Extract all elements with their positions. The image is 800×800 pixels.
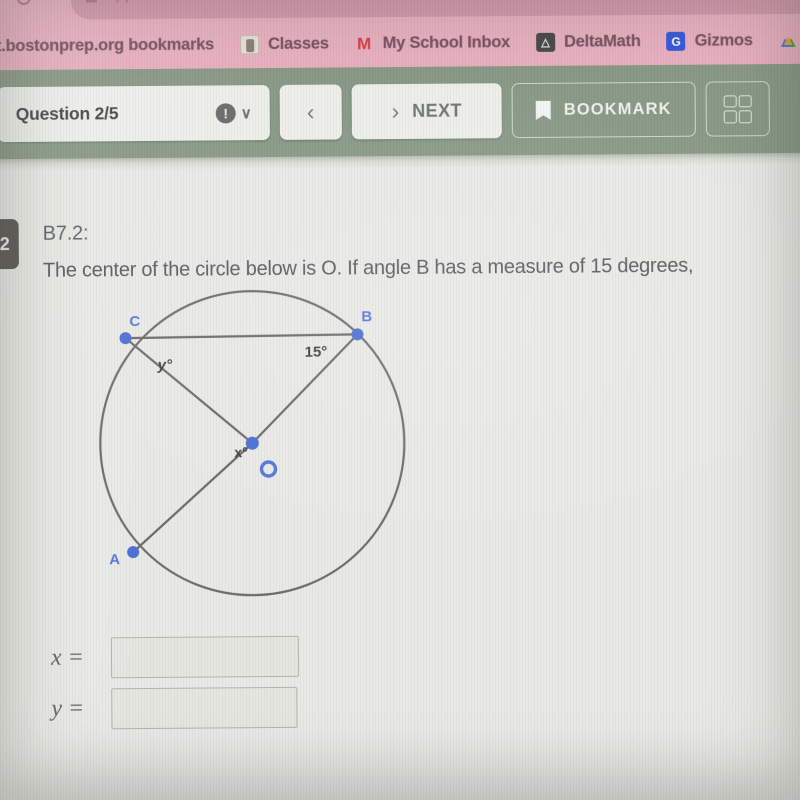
question-counter-label: Question 2/5 <box>15 103 119 125</box>
bookmark-item-deltamath[interactable]: DeltaMath <box>535 32 641 52</box>
next-button-label: NEXT <box>412 100 462 121</box>
bookmark-item-google-drive[interactable] <box>779 31 798 50</box>
assessment-toolbar: Question 2/5 ! ∨ ‹ › NEXT BOOKMARK ✕ <box>0 63 800 160</box>
label-angle-y: y° <box>157 357 173 374</box>
previous-question-button[interactable]: ‹ <box>279 84 342 140</box>
bookmark-item-classes[interactable]: Classes <box>239 34 329 55</box>
label-point-c: C <box>129 313 140 330</box>
bookmarks-bar[interactable]: ent.bostonprep.org bookmarks Classes M M… <box>0 16 800 71</box>
lock-icon <box>85 0 97 3</box>
answer-row-x: x = <box>50 635 300 679</box>
gizmos-icon: G <box>666 31 686 51</box>
center-marker-ring <box>259 460 278 478</box>
chevron-right-icon: › <box>391 98 400 125</box>
next-question-button[interactable]: › NEXT <box>351 83 502 140</box>
circle-diagram: C B A x° y° 15° <box>99 290 406 597</box>
bookmark-button-label: BOOKMARK <box>563 99 672 119</box>
question-number-badge: 2 <box>0 218 19 270</box>
screenshot-root: app.edulastic.com/student/assessment/664… <box>0 0 800 800</box>
label-point-b: B <box>361 308 372 325</box>
question-content-area: 2 B7.2: The center of the circle below i… <box>0 164 800 800</box>
point-b <box>351 328 364 341</box>
answer-row-y: y = <box>51 686 298 730</box>
segment-co <box>124 337 254 445</box>
question-code: B7.2: <box>42 222 89 245</box>
classes-icon <box>239 35 260 55</box>
answer-input-y[interactable] <box>111 686 298 730</box>
warning-icon[interactable]: ! <box>215 102 236 123</box>
point-a <box>127 546 140 559</box>
segment-cb <box>125 333 358 340</box>
bookmark-item-gizmos[interactable]: G Gizmos <box>666 31 753 51</box>
google-drive-icon <box>779 31 798 50</box>
bookmark-label: DeltaMath <box>563 32 641 51</box>
calculator-icon <box>723 94 752 123</box>
bookmark-item-my-school-inbox[interactable]: M My School Inbox <box>355 33 510 53</box>
bookmark-flag-icon <box>536 101 551 120</box>
close-button[interactable]: ✕ <box>779 80 800 136</box>
gmail-icon: M <box>357 34 372 54</box>
bookmark-folder-label: ent.bostonprep.org bookmarks <box>0 35 215 56</box>
chevron-down-icon[interactable]: ∨ <box>241 104 252 122</box>
label-angle-x: x° <box>234 444 248 460</box>
bookmark-label: Classes <box>267 34 329 54</box>
deltamath-icon <box>535 32 556 52</box>
calculator-button[interactable] <box>705 81 770 137</box>
bookmark-button[interactable]: BOOKMARK <box>511 81 696 139</box>
label-angle-b: 15° <box>305 344 328 361</box>
point-c <box>119 332 132 345</box>
answer-label-y: y = <box>51 695 85 722</box>
answer-label-x: x = <box>50 644 84 671</box>
answer-input-x[interactable] <box>110 635 300 679</box>
bookmark-label: My School Inbox <box>382 33 511 53</box>
question-counter-dropdown[interactable]: Question 2/5 ! ∨ <box>0 85 270 143</box>
bookmark-label: Gizmos <box>694 31 753 50</box>
reload-icon[interactable] <box>15 0 33 7</box>
label-point-a: A <box>109 551 120 568</box>
chevron-left-icon: ‹ <box>306 98 315 125</box>
bookmark-folder-boston-prep[interactable]: ent.bostonprep.org bookmarks <box>0 35 214 56</box>
